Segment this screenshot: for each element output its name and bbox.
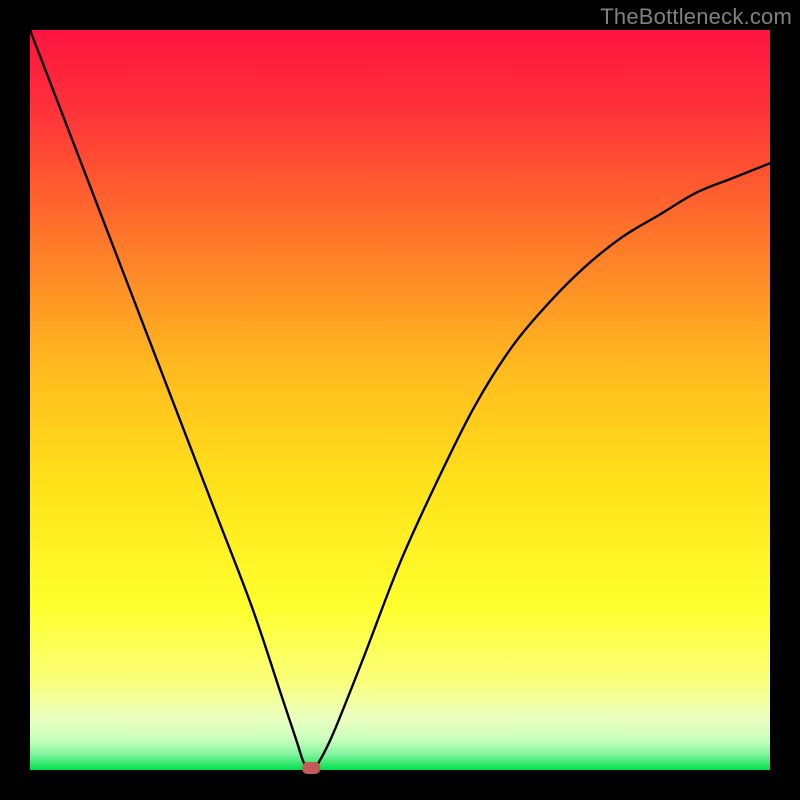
chart-frame: TheBottleneck.com <box>0 0 800 800</box>
watermark-text: TheBottleneck.com <box>600 4 792 30</box>
bottleneck-chart-svg <box>0 0 800 800</box>
plot-background <box>30 30 770 770</box>
minimum-marker <box>302 762 320 774</box>
